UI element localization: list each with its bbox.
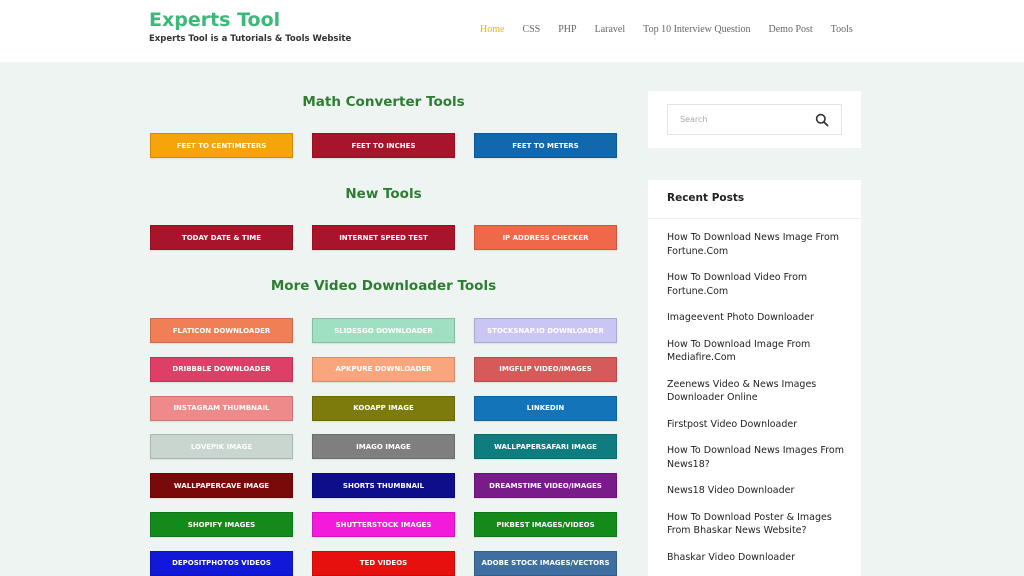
recent-post-link[interactable]: News18 Video Downloader — [667, 484, 852, 498]
video-tools-heading: More Video Downloader Tools — [270, 278, 497, 294]
tool-button[interactable]: SHUTTERSTOCK IMAGES — [312, 512, 455, 537]
recent-post-link[interactable]: Zeenews Video & News Images Downloader O… — [667, 378, 852, 405]
search-input[interactable] — [668, 105, 808, 134]
recent-post-link[interactable]: How To Download Video From Fortune.Com — [667, 271, 852, 298]
recent-post-link[interactable]: How To Download News Image From Fortune.… — [667, 231, 852, 258]
new-tools-heading: New Tools — [345, 186, 422, 202]
tool-button[interactable]: TED VIDEOS — [312, 550, 455, 576]
nav-tools[interactable]: Tools — [831, 24, 853, 35]
tool-button[interactable]: FLATICON DOWNLOADER — [150, 318, 293, 343]
tool-button[interactable]: SHOPIFY IMAGES — [150, 512, 293, 537]
tool-button[interactable]: DREAMSTIME VIDEO/IMAGES — [474, 473, 617, 499]
tool-button[interactable]: KOOAPP IMAGE — [312, 395, 455, 421]
recent-post-link[interactable]: Imageevent Photo Downloader — [667, 311, 852, 325]
tool-button[interactable]: WALLPAPERSAFARI IMAGE — [474, 434, 617, 460]
recent-post-link[interactable]: How To Download News Images From News18? — [667, 444, 852, 471]
tool-button[interactable]: FEET TO METERS — [474, 133, 617, 158]
nav-home[interactable]: Home — [480, 24, 504, 35]
tool-button[interactable]: DRIBBBLE DOWNLOADER — [150, 356, 293, 382]
tool-button[interactable]: ADOBE STOCK IMAGES/VECTORS — [474, 550, 617, 576]
tool-button[interactable]: DEPOSITPHOTOS VIDEOS — [150, 550, 293, 576]
tool-button[interactable]: IMGFLIP VIDEO/IMAGES — [474, 356, 617, 382]
site-header: Experts Tool Experts Tool is a Tutorials… — [0, 0, 1024, 62]
recent-post-link[interactable]: Bhaskar Video Downloader — [667, 551, 852, 565]
nav-laravel[interactable]: Laravel — [595, 24, 626, 35]
tool-button[interactable]: SLIDESGO DOWNLOADER — [312, 318, 455, 343]
tool-button[interactable]: SHORTS THUMBNAIL — [312, 473, 455, 499]
math-tools-heading: Math Converter Tools — [302, 94, 465, 110]
tool-button[interactable]: TODAY DATE & TIME — [150, 225, 293, 250]
recent-posts-widget: Recent Posts How To Download News Image … — [648, 180, 861, 576]
search-widget — [648, 91, 861, 148]
main-nav: Home CSS PHP Laravel Top 10 Interview Qu… — [480, 24, 871, 35]
site-tagline: Experts Tool is a Tutorials & Tools Webs… — [149, 34, 352, 44]
tool-button[interactable]: LINKEDIN — [474, 395, 617, 421]
nav-css[interactable]: CSS — [522, 24, 540, 35]
site-title[interactable]: Experts Tool — [149, 9, 280, 31]
recent-post-link[interactable]: Firstpost Video Downloader — [667, 418, 852, 432]
tool-button[interactable]: PIKBEST IMAGES/VIDEOS — [474, 512, 617, 537]
tool-button[interactable]: FEET TO INCHES — [312, 133, 455, 158]
recent-posts-title: Recent Posts — [667, 192, 745, 204]
recent-post-link[interactable]: How To Download Image From Mediafire.Com — [667, 338, 852, 365]
nav-php[interactable]: PHP — [558, 24, 576, 35]
tool-button[interactable]: FEET TO CENTIMETERS — [150, 133, 293, 158]
tool-button[interactable]: APKPURE DOWNLOADER — [312, 356, 455, 382]
tool-button[interactable]: IP ADDRESS CHECKER — [474, 225, 617, 250]
tool-button[interactable]: LOVEPIK IMAGE — [150, 434, 293, 460]
tool-button[interactable]: IMAGO IMAGE — [312, 434, 455, 460]
tool-button[interactable]: WALLPAPERCAVE IMAGE — [150, 473, 293, 499]
tool-button[interactable]: INSTAGRAM THUMBNAIL — [150, 395, 293, 421]
search-icon[interactable] — [815, 113, 829, 127]
tool-button[interactable]: STOCKSNAP.IO DOWNLOADER — [474, 318, 617, 343]
divider — [648, 218, 861, 219]
search-box — [667, 104, 842, 135]
nav-demo-post[interactable]: Demo Post — [769, 24, 813, 35]
tool-button[interactable]: INTERNET SPEED TEST — [312, 225, 455, 250]
nav-interview-questions[interactable]: Top 10 Interview Question — [643, 24, 750, 35]
recent-post-link[interactable]: How To Download Poster & Images From Bha… — [667, 511, 852, 538]
